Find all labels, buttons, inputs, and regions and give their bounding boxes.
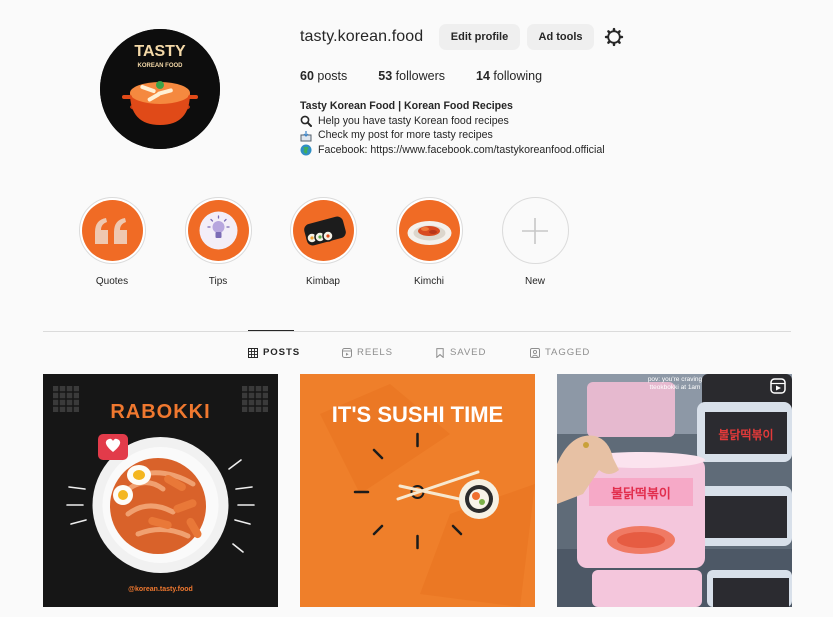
settings-gear-icon[interactable] xyxy=(604,27,624,47)
tab-reels[interactable]: REELS xyxy=(342,347,393,358)
followers-stat[interactable]: 53 followers xyxy=(378,69,445,83)
following-stat[interactable]: 14 following xyxy=(476,69,542,83)
post-rabokki[interactable]: RABOKKI @korean.tasty.food xyxy=(43,374,278,607)
profile-username: tasty.korean.food xyxy=(300,28,424,45)
profile-stats: 60 posts 53 followers 14 following xyxy=(300,69,573,83)
post-title: RABOKKI xyxy=(110,401,210,423)
reel-caption-line1: pov: you're craving xyxy=(648,376,703,383)
grid-icon xyxy=(248,347,258,358)
highlight-label: Kimchi xyxy=(413,276,444,287)
profile-bio: Tasty Korean Food | Korean Food Recipes … xyxy=(300,99,605,158)
following-label: following xyxy=(493,69,543,83)
highlight-quotes[interactable]: Quotes xyxy=(77,197,147,287)
tabs-divider xyxy=(43,331,791,332)
following-count: 14 xyxy=(476,69,490,83)
bio-line[interactable]: Facebook: https://www.facebook.com/tasty… xyxy=(300,143,605,158)
ad-tools-button[interactable]: Ad tools xyxy=(527,24,594,50)
tab-saved[interactable]: SAVED xyxy=(435,347,486,358)
post-reel-tteokbokki[interactable]: 불닭떡볶이 불닭떡볶이 pov: you're craving tteokbok… xyxy=(557,374,792,607)
bookmark-icon xyxy=(436,347,444,358)
bio-line: Check my post for more tasty recipes xyxy=(300,128,605,143)
highlight-label: New xyxy=(524,276,545,287)
tab-label: TAGGED xyxy=(545,347,591,358)
avatar-title: TASTY xyxy=(134,43,186,60)
bio-line: Help you have tasty Korean food recipes xyxy=(300,114,605,129)
post-image: 불닭떡볶이 불닭떡볶이 pov: you're craving tteokbok… xyxy=(557,374,792,607)
inbox-tray-icon xyxy=(300,130,312,142)
highlight-tips[interactable]: Tips xyxy=(183,197,253,287)
highlight-label: Quotes xyxy=(95,276,129,287)
profile-avatar[interactable]: TASTY KOREAN FOOD xyxy=(100,29,220,149)
quote-icon xyxy=(81,200,143,261)
highlight-label: Tips xyxy=(208,276,228,287)
globe-icon xyxy=(300,144,312,156)
tab-label: REELS xyxy=(357,347,393,358)
highlight-ring xyxy=(501,197,569,264)
kimbap-icon xyxy=(292,200,354,261)
highlight-kimbap[interactable]: Kimbap xyxy=(288,197,358,287)
highlight-label: Kimbap xyxy=(306,276,340,287)
post-handle: @korean.tasty.food xyxy=(128,586,193,593)
highlight-kimchi[interactable]: Kimchi xyxy=(394,197,464,287)
plus-icon xyxy=(522,217,548,244)
highlight-ring xyxy=(289,197,357,264)
highlight-ring xyxy=(395,197,463,264)
bio-line-text: Help you have tasty Korean food recipes xyxy=(318,114,509,127)
followers-count: 53 xyxy=(378,69,393,83)
bio-name: Tasty Korean Food | Korean Food Recipes xyxy=(300,100,513,112)
reels-icon xyxy=(342,347,352,358)
highlight-ring xyxy=(184,197,252,264)
active-tab-indicator xyxy=(248,330,294,331)
highlight-ring xyxy=(78,197,146,264)
tab-posts[interactable]: POSTS xyxy=(248,347,300,358)
post-image: RABOKKI @korean.tasty.food xyxy=(43,374,278,607)
tab-tagged[interactable]: TAGGED xyxy=(530,347,590,358)
bio-facebook-link[interactable]: Facebook: https://www.facebook.com/tasty… xyxy=(318,143,605,158)
package-text: 불닭떡볶이 xyxy=(718,427,773,442)
followers-label: followers xyxy=(395,69,445,83)
tab-label: POSTS xyxy=(263,347,301,358)
tab-label: SAVED xyxy=(450,347,487,358)
posts-label: posts xyxy=(317,69,348,83)
magnifier-icon xyxy=(300,115,312,128)
kimchi-icon xyxy=(398,200,460,261)
post-title: IT'S SUSHI TIME xyxy=(332,402,503,427)
post-sushi-time[interactable]: IT'S SUSHI TIME xyxy=(300,374,535,607)
tagged-icon xyxy=(530,347,540,358)
post-image: IT'S SUSHI TIME xyxy=(300,374,535,607)
posts-count: 60 xyxy=(300,69,314,83)
avatar-subtitle: KOREAN FOOD xyxy=(138,63,184,69)
bio-line-text: Check my post for more tasty recipes xyxy=(318,129,493,142)
highlight-new[interactable]: New xyxy=(500,197,570,287)
edit-profile-button[interactable]: Edit profile xyxy=(439,24,520,50)
lightbulb-icon xyxy=(187,200,249,261)
posts-stat: 60 posts xyxy=(300,69,347,83)
svg-text:불닭떡볶이: 불닭떡볶이 xyxy=(611,486,671,502)
reel-caption-line2: tteokbokki at 1am xyxy=(650,384,701,391)
